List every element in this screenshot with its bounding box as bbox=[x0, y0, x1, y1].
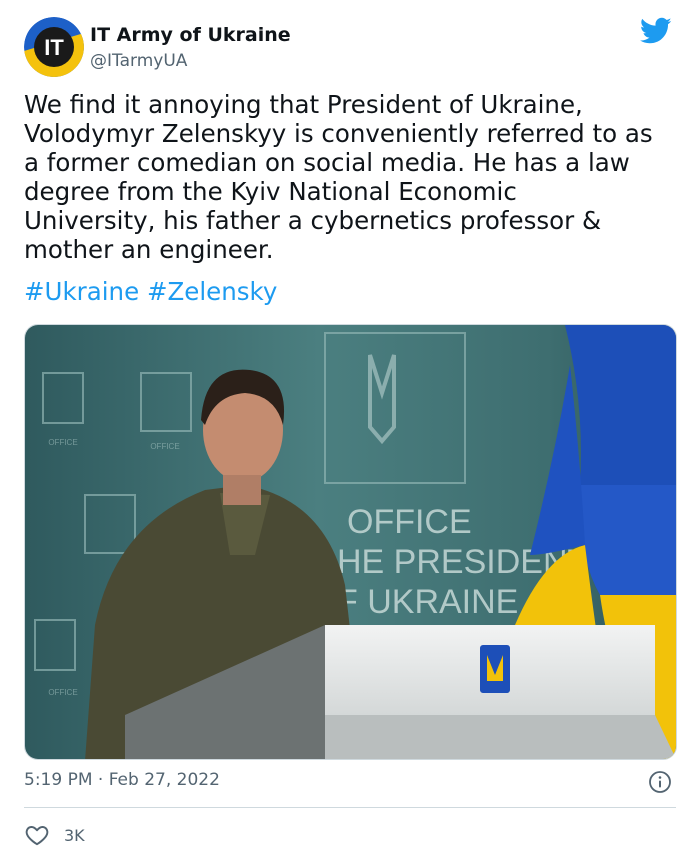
tweet-text: We find it annoying that President of Uk… bbox=[24, 90, 680, 264]
like-action[interactable]: 3K bbox=[24, 822, 85, 848]
hashtag-ukraine[interactable]: #Ukraine bbox=[24, 277, 139, 306]
tweet-text-line: University, his father a cybernetics pro… bbox=[24, 206, 602, 235]
tweet-text-line: mother an engineer. bbox=[24, 235, 274, 264]
like-count: 3K bbox=[64, 825, 85, 845]
tweet-photo[interactable]: OFFICE OFFICE OFFICE OFFICE HE PRESIDENT… bbox=[24, 324, 677, 760]
user-handle[interactable]: @ITarmyUA bbox=[90, 51, 187, 71]
hashtags: #Ukraine #Zelensky bbox=[24, 277, 277, 307]
tweet-text-line: a former comedian on social media. He ha… bbox=[24, 148, 630, 177]
avatar-text: IT bbox=[44, 35, 64, 60]
tweet-timestamp[interactable]: 5:19 PM · Feb 27, 2022 bbox=[24, 770, 220, 790]
wall-sign-line: OFFICE bbox=[347, 503, 472, 541]
heart-icon[interactable] bbox=[24, 822, 50, 848]
divider bbox=[24, 807, 676, 808]
photo-president-at-podium: OFFICE OFFICE OFFICE OFFICE HE PRESIDENT… bbox=[25, 325, 676, 759]
tweet-text-line: We find it annoying that President of Uk… bbox=[24, 90, 583, 119]
display-name[interactable]: IT Army of Ukraine bbox=[90, 24, 291, 46]
avatar-logo: IT bbox=[24, 17, 84, 77]
tweet-text-line: degree from the Kyiv National Economic bbox=[24, 177, 517, 206]
tweet-card: IT IT Army of Ukraine @ITarmyUA We find … bbox=[0, 0, 700, 862]
avatar[interactable]: IT bbox=[24, 17, 84, 77]
hashtag-zelensky[interactable]: #Zelensky bbox=[147, 277, 277, 306]
tweet-header: IT IT Army of Ukraine @ITarmyUA bbox=[24, 17, 676, 81]
tweet-text-line: Volodymyr Zelenskyy is conveniently refe… bbox=[24, 119, 653, 148]
svg-text:OFFICE: OFFICE bbox=[150, 442, 179, 451]
wall-sign-line: F UKRAINE bbox=[337, 583, 518, 621]
svg-text:OFFICE: OFFICE bbox=[48, 438, 77, 447]
svg-text:OFFICE: OFFICE bbox=[48, 688, 77, 697]
info-icon[interactable] bbox=[648, 770, 672, 794]
twitter-bird-icon[interactable] bbox=[640, 17, 672, 45]
